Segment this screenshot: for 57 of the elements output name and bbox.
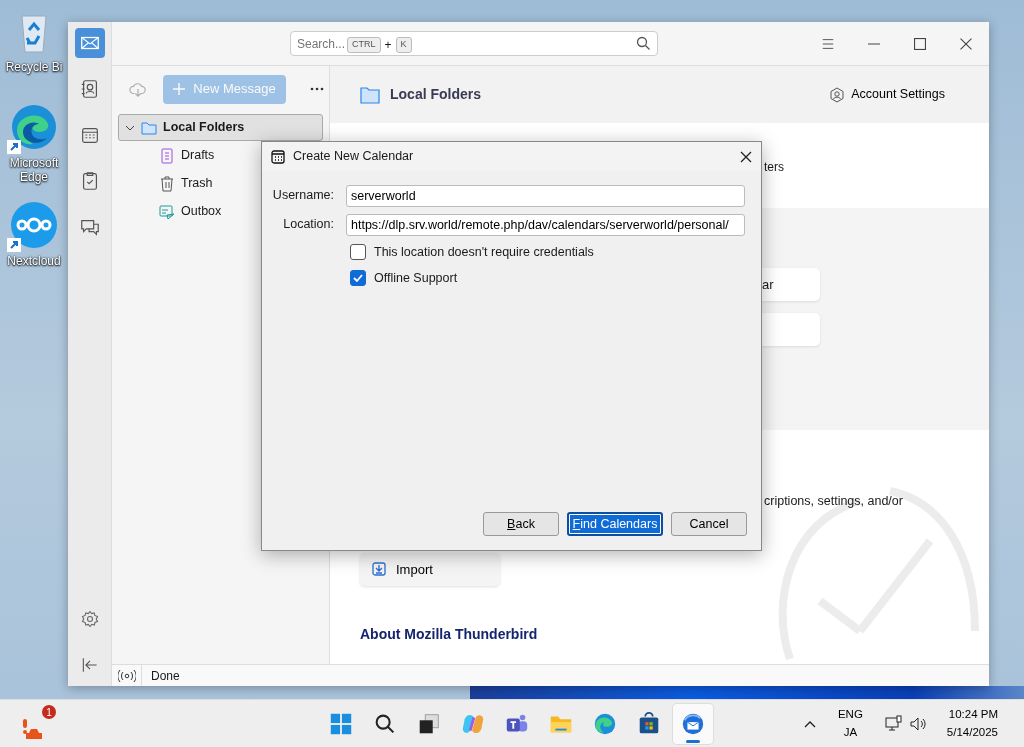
outbox-icon xyxy=(159,203,175,220)
nextcloud-icon[interactable] xyxy=(9,200,59,250)
folder-item[interactable]: Drafts xyxy=(118,142,224,169)
document-icon xyxy=(159,147,175,164)
trash-icon xyxy=(159,175,175,192)
more-icon xyxy=(310,87,325,91)
folder-item[interactable]: Outbox xyxy=(118,198,231,225)
close-icon xyxy=(960,37,972,50)
calendar-icon xyxy=(271,149,285,164)
folder-item[interactable]: Local Folders xyxy=(118,114,323,141)
dialog-button[interactable]: Back xyxy=(483,512,559,536)
section-heading: About Mozilla Thunderbird xyxy=(360,624,539,644)
chevron-up-icon xyxy=(803,719,816,728)
keyboard-key: CTRL xyxy=(347,37,381,53)
search-icon xyxy=(636,36,650,50)
dialog-button[interactable]: Find Calendars xyxy=(567,512,663,536)
notification-badge: 1 xyxy=(42,705,56,719)
account-icon xyxy=(829,86,846,103)
edge-icon xyxy=(592,711,618,737)
text-field[interactable]: serverworld xyxy=(346,184,745,207)
status-text: Done xyxy=(151,667,180,685)
option-button[interactable]: ar xyxy=(762,268,820,301)
language-button[interactable]: ENG JA xyxy=(831,706,869,741)
minimize-icon xyxy=(868,42,880,45)
import-icon xyxy=(372,562,386,577)
field-label: Location: xyxy=(282,216,335,234)
plus-icon xyxy=(173,83,186,95)
edge-icon[interactable] xyxy=(9,102,59,152)
windows-logo-icon xyxy=(328,711,354,737)
maximize-icon xyxy=(914,37,926,50)
network-icon xyxy=(884,714,903,733)
checkbox[interactable] xyxy=(350,244,366,260)
text-fragment: ters xyxy=(764,160,784,174)
signal-icon xyxy=(117,669,136,682)
checkbox-label: Offline Support xyxy=(374,269,458,287)
clock-button[interactable]: 10:24 PM 5/14/2025 xyxy=(942,706,1002,741)
folder-icon xyxy=(360,85,380,104)
key-separator: + xyxy=(384,37,392,54)
folder-icon xyxy=(141,119,157,136)
dialog-title: Create New Calendar xyxy=(293,148,414,166)
dialog-button[interactable]: Cancel xyxy=(671,512,747,536)
field-label: Username: xyxy=(271,187,335,205)
checkbox-label: This location doesn't require credentials xyxy=(374,243,594,261)
cloud-download-icon xyxy=(128,80,147,98)
settings-icon xyxy=(79,609,100,629)
account-settings-button[interactable]: Account Settings xyxy=(823,84,951,105)
folder-item[interactable]: Trash xyxy=(118,170,222,197)
text-fragment: criptions, settings, and/or xyxy=(764,493,904,510)
notification-button[interactable]: 1 xyxy=(20,705,56,741)
checkbox[interactable] xyxy=(350,270,366,286)
import-button[interactable]: Import xyxy=(360,552,500,586)
menu-icon xyxy=(821,36,835,51)
rail-tab[interactable] xyxy=(74,28,105,58)
bird-mail-icon xyxy=(680,711,706,737)
page-title: Local Folders xyxy=(390,85,482,104)
text-field[interactable]: https://dlp.srv.world/remote.php/dav/calendars/serverworld/personal/ xyxy=(346,213,745,236)
close-icon xyxy=(740,150,752,163)
